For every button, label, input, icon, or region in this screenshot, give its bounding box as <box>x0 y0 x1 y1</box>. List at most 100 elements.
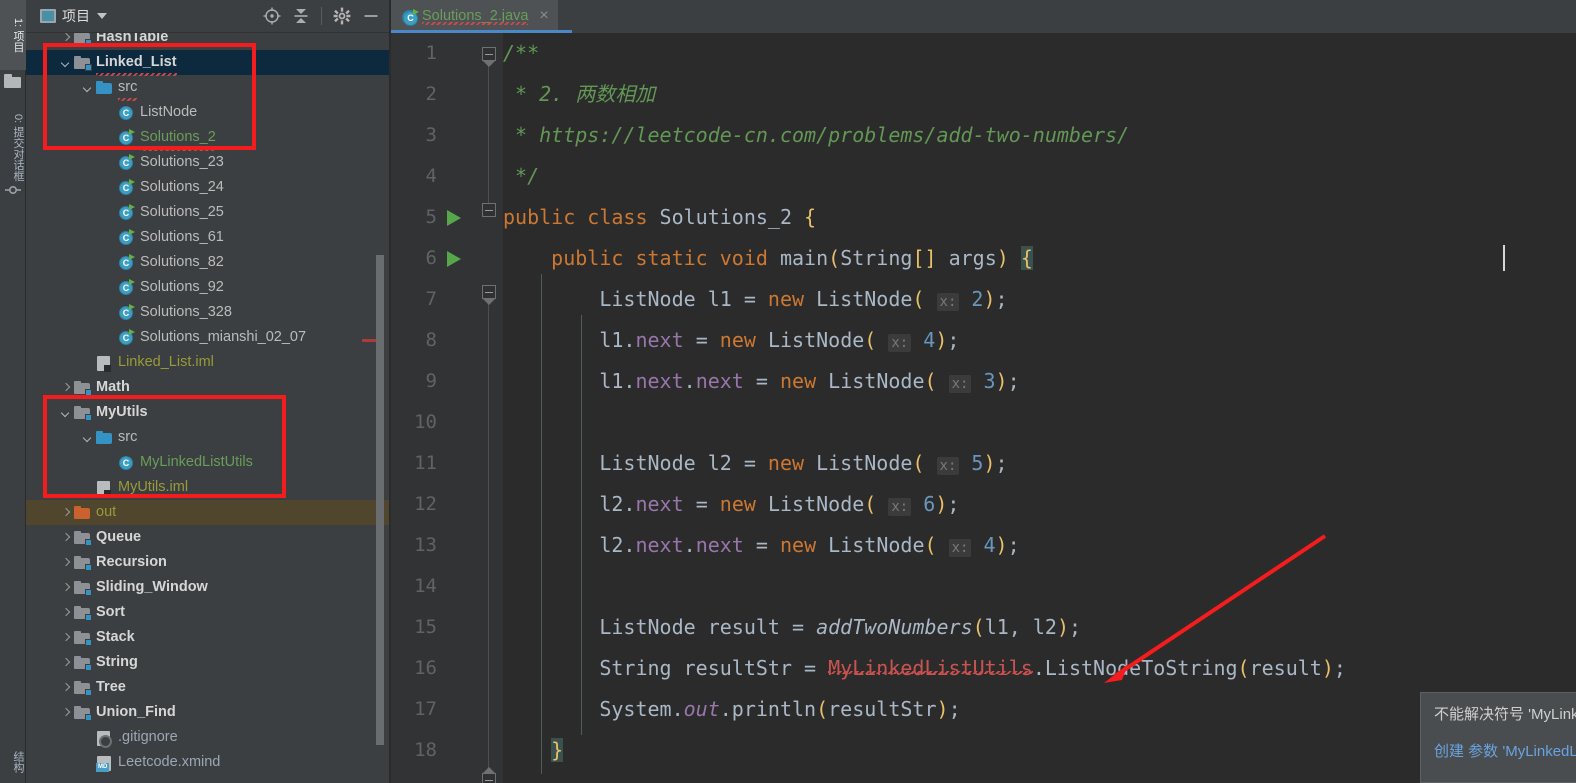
locate-file-icon[interactable] <box>263 7 281 25</box>
tree-node-sort[interactable]: Sort <box>26 600 390 625</box>
chevron-down-icon[interactable] <box>82 432 94 444</box>
chevron-down-icon[interactable] <box>97 13 107 19</box>
chevron-right-icon[interactable] <box>60 532 72 544</box>
chevron-right-icon[interactable] <box>60 657 72 669</box>
chevron-right-icon[interactable] <box>60 707 72 719</box>
tree-node-label: Recursion <box>96 554 167 570</box>
tree-node-label: src <box>118 429 138 445</box>
tree-node-solutions_61[interactable]: C Solutions_61 <box>26 225 390 250</box>
chevron-right-icon[interactable] <box>60 557 72 569</box>
tree-node-sliding_window[interactable]: Sliding_Window <box>26 575 390 600</box>
run-gutter-icon[interactable] <box>447 210 461 226</box>
editor-tab-solutions2[interactable]: C Solutions_2.java × <box>391 0 558 31</box>
tree-node-queue[interactable]: Queue <box>26 525 390 550</box>
chevron-right-icon[interactable] <box>60 382 72 394</box>
chevron-right-icon[interactable] <box>60 33 72 44</box>
code-editor[interactable]: 1/** 2 * 2. 两数相加 3 * https://leetcode-cn.c… <box>391 33 1576 783</box>
tree-node-union_find[interactable]: Union_Find <box>26 700 390 725</box>
chevron-down-icon[interactable] <box>82 82 94 94</box>
xmind-file-icon: MD <box>96 754 113 772</box>
chevron-down-icon[interactable] <box>60 57 72 69</box>
code-line-15: 15 ListNode result = addTwoNumbers(l1, l… <box>391 607 1576 648</box>
line-number: 10 <box>414 411 437 433</box>
tree-node-string[interactable]: String <box>26 650 390 675</box>
tree-node-myutils-iml[interactable]: MyUtils.iml <box>26 475 390 500</box>
tooltip-message: 不能解决符号 'MyLinkedListUtils' <box>1434 706 1576 723</box>
gear-icon[interactable] <box>333 7 351 25</box>
java-class-run-icon: C <box>402 9 419 26</box>
module-folder-icon <box>74 404 92 421</box>
tree-node-label: Solutions_2 <box>140 125 216 151</box>
source-folder-icon <box>96 79 113 96</box>
code-text: l1.next.next = new ListNode( x: 3); <box>599 369 1020 393</box>
source-folder-icon <box>96 429 113 446</box>
tree-node-linked_list[interactable]: Linked_List <box>26 50 390 76</box>
code-text: ListNode l2 = new ListNode( x: 5); <box>599 451 1008 475</box>
iml-file-icon <box>96 479 113 497</box>
tree-node-solutions_24[interactable]: C Solutions_24 <box>26 175 390 200</box>
editor-tab-label: Solutions_2.java <box>422 7 529 25</box>
code-text: * 2. 两数相加 <box>503 82 656 106</box>
line-number: 7 <box>425 288 437 310</box>
chevron-right-icon[interactable] <box>60 607 72 619</box>
error-stripe-mark <box>362 339 376 342</box>
minimize-icon[interactable] <box>362 7 380 25</box>
chevron-right-icon[interactable] <box>60 682 72 694</box>
tree-node-tree[interactable]: Tree <box>26 675 390 700</box>
tree-node-linked_list-iml[interactable]: Linked_List.iml <box>26 350 390 375</box>
code-text: public static void main(String[] args) { <box>551 246 1033 270</box>
rail-button-structure[interactable]: 结构 <box>0 740 26 783</box>
tree-node-solutions_2[interactable]: C Solutions_2 <box>26 125 390 151</box>
fold-marker-method-end[interactable] <box>482 767 496 783</box>
tree-node-solutions_82[interactable]: C Solutions_82 <box>26 250 390 275</box>
tree-node-listnode[interactable]: C ListNode <box>26 100 390 125</box>
tree-node-solutions_mianshi_02_07[interactable]: C Solutions_mianshi_02_07 <box>26 325 390 350</box>
rail-button-project[interactable]: 1: 项目 <box>0 0 26 70</box>
java-class-run-icon: C <box>118 129 135 146</box>
chevron-down-icon[interactable] <box>60 407 72 419</box>
code-text: System.out.println(resultStr); <box>599 697 961 721</box>
java-class-run-icon: C <box>118 204 135 221</box>
tree-node-stack[interactable]: Stack <box>26 625 390 650</box>
java-class-run-icon: C <box>118 329 135 346</box>
code-line-7: 7 ListNode l1 = new ListNode( x: 2); <box>391 279 1576 320</box>
line-number: 9 <box>425 370 437 392</box>
code-line-11: 11 ListNode l2 = new ListNode( x: 5); <box>391 443 1576 484</box>
tree-node-solutions_23[interactable]: C Solutions_23 <box>26 150 390 175</box>
chevron-right-icon[interactable] <box>60 632 72 644</box>
tooltip-primary-action[interactable]: 创建 参数 'MyLinkedListUtils' <box>1434 740 1576 761</box>
tree-node-solutions_25[interactable]: C Solutions_25 <box>26 200 390 225</box>
tree-node--gitignore[interactable]: .gitignore <box>26 725 390 750</box>
code-text: public class Solutions_2 { <box>503 205 817 229</box>
line-number: 18 <box>414 739 437 761</box>
tree-node-out[interactable]: out <box>26 500 390 525</box>
tree-node-src[interactable]: src <box>26 425 390 450</box>
module-folder-icon <box>74 33 92 46</box>
tree-node-mylinkedlistutils[interactable]: C MyLinkedListUtils <box>26 450 390 475</box>
run-gutter-icon[interactable] <box>447 251 461 267</box>
tree-node-label: src <box>118 75 138 101</box>
tree-node-myutils[interactable]: MyUtils <box>26 400 390 425</box>
editor-tabbar: C Solutions_2.java × <box>391 0 1576 33</box>
code-text: /** <box>503 41 540 65</box>
close-icon[interactable]: × <box>539 7 548 24</box>
tree-node-math[interactable]: Math <box>26 375 390 400</box>
project-tree-scrollbar[interactable] <box>376 255 384 745</box>
tree-node-hashtable[interactable]: HashTable <box>26 33 390 50</box>
out-folder-icon <box>74 504 91 521</box>
project-tree[interactable]: HashTable Linked_List src C ListNode C Solutio… <box>26 33 390 783</box>
error-tooltip-popup[interactable]: 不能解决符号 'MyLinkedListUtils' 创建 参数 'MyLink… <box>1420 692 1576 783</box>
tree-node-recursion[interactable]: Recursion <box>26 550 390 575</box>
chevron-right-icon[interactable] <box>60 582 72 594</box>
tree-node-src[interactable]: src <box>26 75 390 101</box>
tree-node-solutions_92[interactable]: C Solutions_92 <box>26 275 390 300</box>
tree-node-leetcode-xmind[interactable]: MD Leetcode.xmind <box>26 750 390 775</box>
code-text: l2.next.next = new ListNode( x: 4); <box>599 533 1020 557</box>
chevron-right-icon[interactable] <box>60 507 72 519</box>
module-folder-icon <box>74 554 92 571</box>
collapse-all-icon[interactable] <box>292 7 310 25</box>
tree-node-solutions_328[interactable]: C Solutions_328 <box>26 300 390 325</box>
